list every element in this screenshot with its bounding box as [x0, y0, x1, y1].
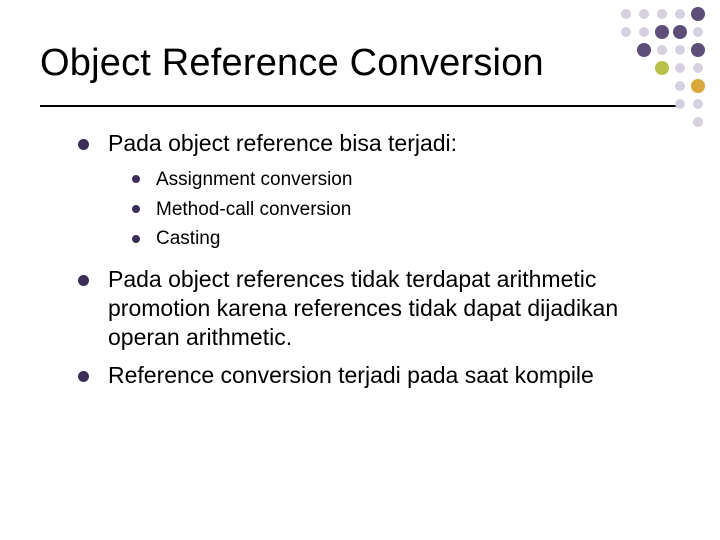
list-item: Assignment conversion	[132, 168, 660, 192]
bullet-text: Assignment conversion	[156, 169, 352, 190]
list-item: Pada object reference bisa terjadi: Assi…	[78, 129, 660, 251]
list-item: Method-call conversion	[132, 198, 660, 222]
list-item: Casting	[132, 227, 660, 251]
list-item: Pada object references tidak terdapat ar…	[78, 265, 660, 351]
slide: Object Reference Conversion Pada object …	[0, 0, 720, 540]
bullet-text: Pada object references tidak terdapat ar…	[108, 266, 618, 350]
bullet-text: Reference conversion terjadi pada saat k…	[108, 362, 594, 388]
bullet-text: Method-call conversion	[156, 199, 351, 220]
bullet-list: Pada object reference bisa terjadi: Assi…	[78, 129, 660, 390]
sub-list: Assignment conversion Method-call conver…	[132, 168, 660, 251]
content-area: Pada object reference bisa terjadi: Assi…	[0, 107, 720, 390]
bullet-text: Pada object reference bisa terjadi:	[108, 130, 457, 156]
list-item: Reference conversion terjadi pada saat k…	[78, 361, 660, 390]
corner-decoration	[580, 0, 720, 130]
bullet-text: Casting	[156, 228, 220, 249]
